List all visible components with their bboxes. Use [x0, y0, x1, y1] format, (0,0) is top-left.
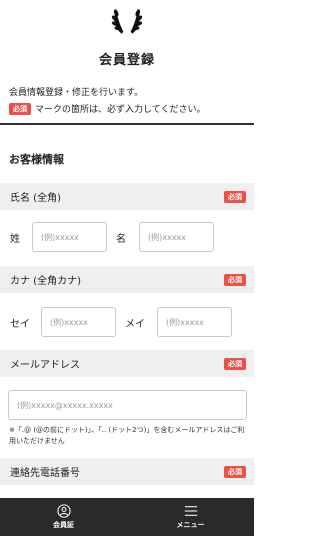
- name-label: 氏名 (全角): [10, 193, 61, 204]
- intro-text: 会員情報登録・修正を行います。: [9, 88, 144, 98]
- email-required-badge: 必須: [224, 357, 246, 370]
- email-row: (例)xxxxx@xxxxx.xxxxx: [0, 390, 254, 420]
- sei-input[interactable]: (例)xxxxx: [32, 222, 107, 252]
- email-field-header: メールアドレス 必須: [0, 350, 254, 377]
- kana-required-badge: 必須: [224, 273, 246, 286]
- bottom-nav: 会員証 メニュー: [0, 498, 254, 536]
- laurel-logo: [0, 4, 254, 40]
- name-field-header: 氏名 (全角) 必須: [0, 183, 254, 210]
- member-card-label: 会員証: [53, 521, 74, 529]
- email-label: メールアドレス: [10, 360, 80, 371]
- email-note: ※「.@ (@の前にドット)」、「.. (ドット2つ)」を含むメールアドレスはご…: [9, 426, 245, 445]
- required-note: 必須 マークの箇所は、必ず入力してください。: [9, 102, 254, 115]
- name-required-badge: 必須: [224, 190, 246, 203]
- required-badge: 必須: [9, 102, 31, 115]
- page-title: 会員登録: [98, 53, 155, 68]
- kana-label: カナ (全角カナ): [10, 276, 81, 287]
- phone-required-badge: 必須: [224, 465, 246, 478]
- name-row: 姓 (例)xxxxx 名 (例)xxxxx: [0, 222, 254, 252]
- registration-page: 会員登録 会員情報登録・修正を行います。 必須 マークの箇所は、必ず入力してくだ…: [0, 0, 254, 536]
- sei-kana-label: セイ: [10, 318, 30, 330]
- mei-label: 名: [116, 233, 126, 245]
- kana-field-header: カナ (全角カナ) 必須: [0, 266, 254, 293]
- laurel-wreath-icon: [111, 8, 143, 34]
- phone-field-header: 連絡先電話番号 必須: [0, 458, 254, 485]
- sei-label: 姓: [10, 233, 20, 245]
- section-divider: [0, 123, 254, 125]
- member-card-nav[interactable]: 会員証: [0, 498, 127, 536]
- mei-input[interactable]: (例)xxxxx: [139, 222, 214, 252]
- hamburger-menu-icon: [184, 506, 197, 516]
- menu-nav[interactable]: メニュー: [127, 498, 254, 536]
- user-circle-icon: [56, 504, 71, 518]
- kana-row: セイ (例)xxxxx メイ (例)xxxxx: [0, 307, 254, 337]
- customer-info-heading: お客様情報: [9, 153, 64, 166]
- email-input[interactable]: (例)xxxxx@xxxxx.xxxxx: [8, 390, 247, 420]
- required-note-text: マークの箇所は、必ず入力してください。: [35, 105, 206, 115]
- mei-kana-label: メイ: [125, 318, 145, 330]
- sei-kana-input[interactable]: (例)xxxxx: [41, 307, 116, 337]
- menu-label: メニュー: [176, 521, 205, 529]
- phone-label: 連絡先電話番号: [10, 468, 80, 479]
- mei-kana-input[interactable]: (例)xxxxx: [157, 307, 232, 337]
